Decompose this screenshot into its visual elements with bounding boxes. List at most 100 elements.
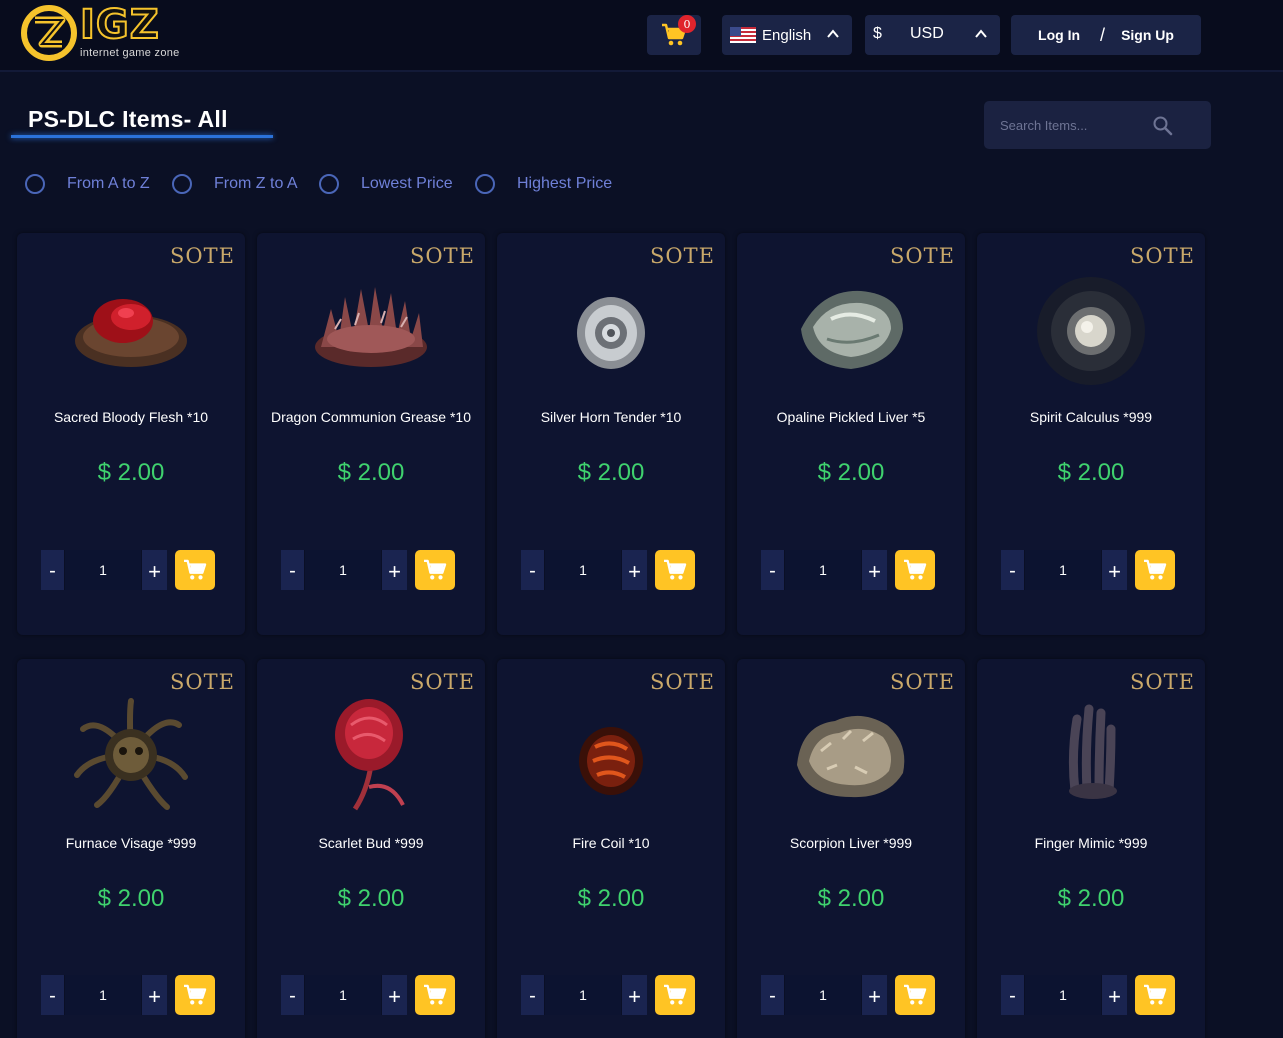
- quantity-value[interactable]: 1: [64, 550, 142, 590]
- product-card[interactable]: SOTE Scarlet Bud *999 $ 2.00 - 1 +: [257, 659, 485, 1038]
- quantity-value[interactable]: 1: [304, 550, 382, 590]
- cart-icon: [664, 984, 687, 1005]
- add-to-cart-button[interactable]: [655, 975, 695, 1015]
- product-card[interactable]: SOTE Silver Horn Tender *10 $ 2.00 - 1 +: [497, 233, 725, 635]
- search-box: [984, 101, 1211, 149]
- increment-button[interactable]: +: [382, 550, 407, 590]
- increment-button[interactable]: +: [142, 550, 167, 590]
- quantity-stepper: - 1 +: [521, 975, 647, 1015]
- product-card[interactable]: SOTE Spirit Calculus *999 $ 2.00 - 1 +: [977, 233, 1205, 635]
- opaline-liver-icon: [801, 290, 903, 369]
- sort-a-z[interactable]: From A to Z: [25, 173, 150, 195]
- increment-button[interactable]: +: [142, 975, 167, 1015]
- product-price: $ 2.00: [97, 885, 165, 912]
- quantity-value[interactable]: 1: [544, 975, 622, 1015]
- cart-icon: [904, 559, 927, 580]
- add-to-cart-button[interactable]: [415, 550, 455, 590]
- radio-button[interactable]: [319, 174, 339, 194]
- quantity-value[interactable]: 1: [544, 550, 622, 590]
- search-icon[interactable]: [1152, 115, 1174, 137]
- add-to-cart-button[interactable]: [175, 550, 215, 590]
- quantity-value[interactable]: 1: [304, 975, 382, 1015]
- product-price: $ 2.00: [577, 885, 645, 912]
- add-to-cart-button[interactable]: [895, 975, 935, 1015]
- search-input[interactable]: [1000, 115, 1160, 135]
- quantity-stepper: - 1 +: [1001, 550, 1127, 590]
- currency-selector[interactable]: $ USD: [865, 15, 1000, 55]
- decrement-button[interactable]: -: [521, 975, 544, 1015]
- cart-icon: [904, 984, 927, 1005]
- decrement-button[interactable]: -: [41, 975, 64, 1015]
- increment-button[interactable]: +: [382, 975, 407, 1015]
- decrement-button[interactable]: -: [761, 975, 784, 1015]
- product-price: $ 2.00: [1057, 885, 1125, 912]
- add-to-cart-button[interactable]: [1135, 975, 1175, 1015]
- increment-button[interactable]: +: [862, 550, 887, 590]
- product-card[interactable]: SOTE Sacred Bloody Flesh *10 $ 2.00 - 1 …: [17, 233, 245, 635]
- radio-button[interactable]: [25, 174, 45, 194]
- product-name: Opaline Pickled Liver *5: [776, 409, 926, 425]
- product-card[interactable]: SOTE Furnace Visage *999 $ 2.00 - 1 +: [17, 659, 245, 1038]
- product-name: Sacred Bloody Flesh *10: [53, 409, 209, 425]
- product-card[interactable]: SOTE Fire Coil *10 $ 2.00 - 1 +: [497, 659, 725, 1038]
- login-link[interactable]: Log In: [1038, 27, 1080, 43]
- fire-coil-icon: [579, 727, 643, 795]
- cart-count-badge: 0: [678, 15, 696, 33]
- increment-button[interactable]: +: [1102, 550, 1127, 590]
- furnace-visage-icon: [74, 698, 188, 810]
- increment-button[interactable]: +: [862, 975, 887, 1015]
- sote-badge: SOTE: [890, 670, 955, 694]
- increment-button[interactable]: +: [622, 550, 647, 590]
- cart-icon: [1144, 559, 1167, 580]
- decrement-button[interactable]: -: [41, 550, 64, 590]
- radio-button[interactable]: [172, 174, 192, 194]
- decrement-button[interactable]: -: [761, 550, 784, 590]
- dragon-grease-icon: [315, 287, 427, 367]
- quantity-stepper: - 1 +: [521, 550, 647, 590]
- increment-button[interactable]: +: [1102, 975, 1127, 1015]
- product-card[interactable]: SOTE Finger Mimic *999 $ 2.00 - 1 +: [977, 659, 1205, 1038]
- product-price: $ 2.00: [337, 459, 405, 486]
- product-card[interactable]: SOTE Opaline Pickled Liver *5 $ 2.00 - 1…: [737, 233, 965, 635]
- quantity-value[interactable]: 1: [1024, 975, 1102, 1015]
- sort-label: From Z to A: [214, 175, 298, 192]
- radio-button[interactable]: [475, 174, 495, 194]
- sort-highest-price[interactable]: Highest Price: [475, 173, 612, 195]
- product-name: Spirit Calculus *999: [1029, 409, 1153, 425]
- decrement-button[interactable]: -: [1001, 975, 1024, 1015]
- signup-link[interactable]: Sign Up: [1121, 27, 1174, 43]
- site-logo[interactable]: IGZ internet game zone: [18, 2, 188, 64]
- sort-lowest-price[interactable]: Lowest Price: [319, 173, 453, 195]
- quantity-value[interactable]: 1: [64, 975, 142, 1015]
- quantity-stepper: - 1 +: [761, 550, 887, 590]
- add-to-cart-button[interactable]: [415, 975, 455, 1015]
- logo-tagline: internet game zone: [80, 47, 180, 59]
- add-to-cart-button[interactable]: [1135, 550, 1175, 590]
- language-selector[interactable]: English: [722, 15, 852, 55]
- add-to-cart-button[interactable]: [175, 975, 215, 1015]
- sort-z-a[interactable]: From Z to A: [172, 173, 298, 195]
- sote-badge: SOTE: [170, 244, 235, 268]
- sote-badge: SOTE: [890, 244, 955, 268]
- quantity-value[interactable]: 1: [784, 975, 862, 1015]
- decrement-button[interactable]: -: [281, 975, 304, 1015]
- chevron-up-icon: [827, 29, 839, 38]
- quantity-value[interactable]: 1: [1024, 550, 1102, 590]
- logo-z-icon: [21, 5, 77, 61]
- product-price: $ 2.00: [817, 459, 885, 486]
- add-to-cart-button[interactable]: [655, 550, 695, 590]
- top-header: IGZ internet game zone 0 English $ USD L…: [0, 0, 1283, 72]
- product-card[interactable]: SOTE Dragon Communion Grease *10 $ 2.00 …: [257, 233, 485, 635]
- decrement-button[interactable]: -: [281, 550, 304, 590]
- product-name: Dragon Communion Grease *10: [271, 409, 471, 425]
- quantity-value[interactable]: 1: [784, 550, 862, 590]
- cart-button[interactable]: 0: [647, 15, 701, 55]
- add-to-cart-button[interactable]: [895, 550, 935, 590]
- decrement-button[interactable]: -: [1001, 550, 1024, 590]
- logo-wordmark: IGZ: [79, 2, 160, 48]
- quantity-stepper: - 1 +: [761, 975, 887, 1015]
- increment-button[interactable]: +: [622, 975, 647, 1015]
- decrement-button[interactable]: -: [521, 550, 544, 590]
- quantity-stepper: - 1 +: [281, 975, 407, 1015]
- product-card[interactable]: SOTE Scorpion Liver *999 $ 2.00 - 1 +: [737, 659, 965, 1038]
